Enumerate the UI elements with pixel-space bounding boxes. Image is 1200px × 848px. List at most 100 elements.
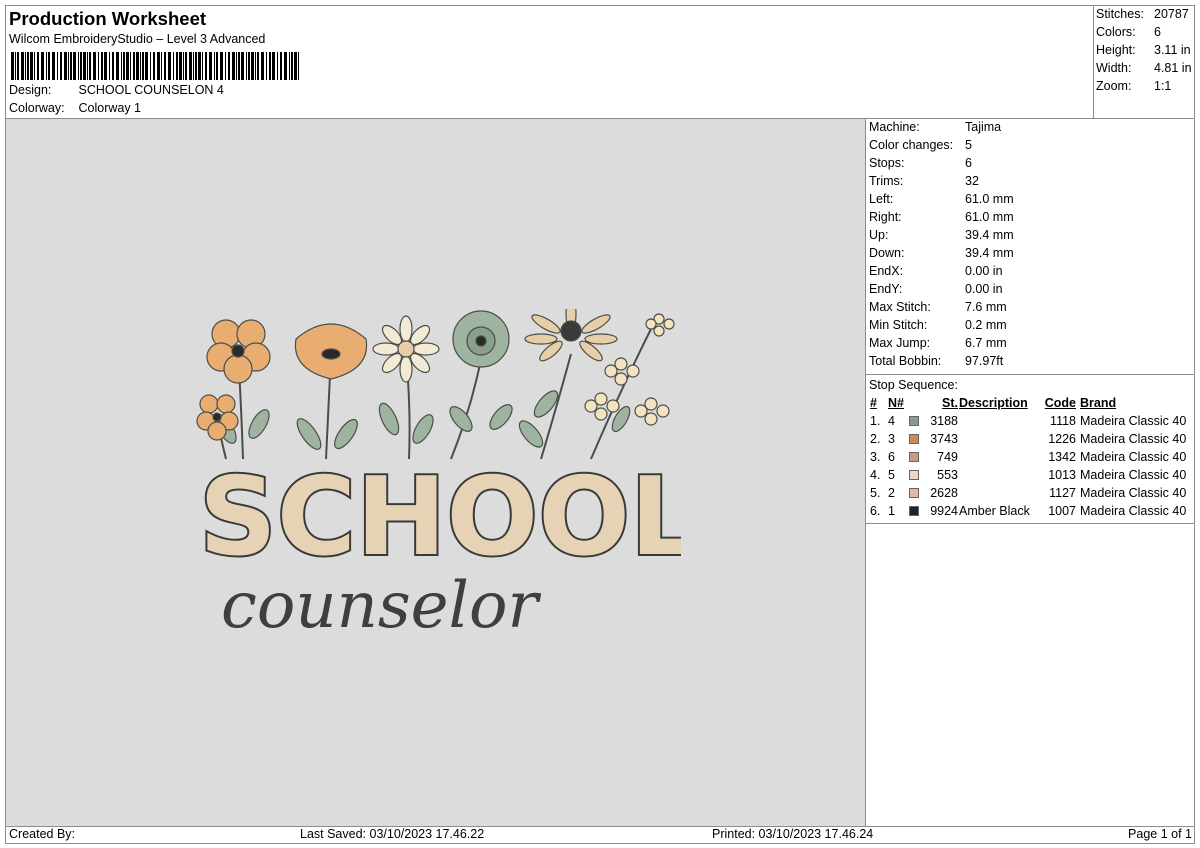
spec-label: Down: [869,246,905,260]
row-code: 1007 [1048,504,1076,518]
row-needle: 3 [888,432,895,446]
software-name: Wilcom EmbroideryStudio – Level 3 Advanc… [9,32,266,46]
spec-row: Max Jump: 6.7 mm [869,336,1007,350]
row-num: 5. [870,486,881,500]
spec-value: 0.00 in [965,282,1003,296]
spec-value: 6.7 mm [965,336,1007,350]
color-swatch [909,452,919,462]
row-code: 1127 [1049,486,1076,500]
design-preview-canvas: SCHOOL counselor [6,119,866,826]
summary-value: 20787 [1154,7,1189,21]
col-needle-header: N# [888,396,904,410]
spec-row: Max Stitch: 7.6 mm [869,300,1007,314]
color-swatch [909,434,919,444]
row-brand: Madeira Classic 40 [1080,450,1187,464]
row-code: 1342 [1048,450,1076,464]
last-saved: Last Saved: 03/10/2023 17.46.22 [300,827,485,841]
spec-row: EndX: 0.00 in [869,264,1003,278]
color-swatch [909,506,919,516]
table-row: 4. 5 553 1013 Madeira Classic 40 [866,468,1195,486]
col-code-header: Code [1044,396,1076,410]
row-brand: Madeira Classic 40 [1080,504,1187,518]
summary-row: Colors: 6 [1096,25,1161,39]
table-row: 3. 6 749 1342 Madeira Classic 40 [866,450,1195,468]
design-row: Design: SCHOOL COUNSELON 4 [9,83,224,97]
summary-label: Zoom: [1096,79,1132,93]
table-row: 5. 2 2628 1127 Madeira Classic 40 [866,486,1195,504]
barcode-icon [11,52,299,80]
spec-label: Right: [869,210,902,224]
color-swatch [909,416,919,426]
row-stitches: 749 [937,450,958,464]
spec-label: EndX: [869,264,904,278]
spec-value: 32 [965,174,979,188]
spec-value: 61.0 mm [965,210,1014,224]
row-brand: Madeira Classic 40 [1080,468,1187,482]
row-brand: Madeira Classic 40 [1080,414,1187,428]
spec-row: Trims: 32 [869,174,979,188]
summary-row: Width: 4.81 in [1096,61,1192,75]
summary-box: Stitches: 20787 Colors: 6 Height: 3.11 in W… [1094,6,1195,118]
row-needle: 6 [888,450,895,464]
row-num: 1. [870,414,881,428]
spec-row: Down: 39.4 mm [869,246,1014,260]
summary-row: Height: 3.11 in [1096,43,1191,57]
design-value: SCHOOL COUNSELON 4 [78,83,224,97]
row-brand: Madeira Classic 40 [1080,432,1187,446]
row-needle: 5 [888,468,895,482]
row-description: Amber Black [959,504,1030,518]
row-code: 1118 [1050,414,1076,428]
color-swatch [909,488,919,498]
row-stitches: 3743 [930,432,958,446]
summary-value: 4.81 in [1154,61,1192,75]
row-stitches: 9924 [930,504,958,518]
spec-value: 61.0 mm [965,192,1014,206]
design-word-top: SCHOOL [199,455,681,580]
col-stitches-header: St. [942,396,958,410]
design-word-bottom: counselor [221,569,542,639]
created-by: Created By: [9,827,76,841]
spec-value: 5 [965,138,972,152]
col-description-header: Description [959,396,1028,410]
colorway-value: Colorway 1 [78,101,142,115]
spec-value: 6 [965,156,972,170]
color-swatch [909,470,919,480]
row-code: 1013 [1048,468,1076,482]
summary-label: Stitches: [1096,7,1144,21]
design-label: Design: [9,83,52,97]
divider [866,374,1195,375]
page-title: Production Worksheet [9,8,207,29]
spec-row: Stops: 6 [869,156,972,170]
spec-label: Stops: [869,156,905,170]
summary-row: Zoom: 1:1 [1096,79,1171,93]
row-stitches: 553 [937,468,958,482]
row-needle: 2 [888,486,895,500]
spec-label: Trims: [869,174,904,188]
divider [866,523,1195,524]
spec-row: Left: 61.0 mm [869,192,1014,206]
row-num: 3. [870,450,881,464]
stop-sequence-header: # N# St. Description Code Brand [866,396,1195,414]
colorway-row: Colorway: Colorway 1 [9,101,141,115]
row-brand: Madeira Classic 40 [1080,486,1187,500]
spec-value: 7.6 mm [965,300,1007,314]
row-needle: 4 [888,414,895,428]
spec-value: 39.4 mm [965,246,1014,260]
table-row: 6. 1 9924 Amber Black 1007 Madeira Class… [866,504,1195,522]
table-row: 2. 3 3743 1226 Madeira Classic 40 [866,432,1195,450]
colorway-label: Colorway: [9,101,65,115]
embroidery-design-preview: SCHOOL counselor [196,309,681,639]
spec-label: Up: [869,228,889,242]
table-row: 1. 4 3188 1118 Madeira Classic 40 [866,414,1195,432]
spec-row: Total Bobbin: 97.97ft [869,354,1003,368]
spec-value: 39.4 mm [965,228,1014,242]
row-needle: 1 [888,504,895,518]
spec-value: 0.00 in [965,264,1003,278]
spec-label: Total Bobbin: [869,354,942,368]
specs-panel: Machine: Tajima Color changes: 5 Stops: 6 T… [866,119,1195,826]
summary-row: Stitches: 20787 [1096,7,1189,21]
spec-label: Machine: [869,120,920,134]
row-code: 1226 [1048,432,1076,446]
spec-value: 0.2 mm [965,318,1007,332]
spec-label: EndY: [869,282,903,296]
